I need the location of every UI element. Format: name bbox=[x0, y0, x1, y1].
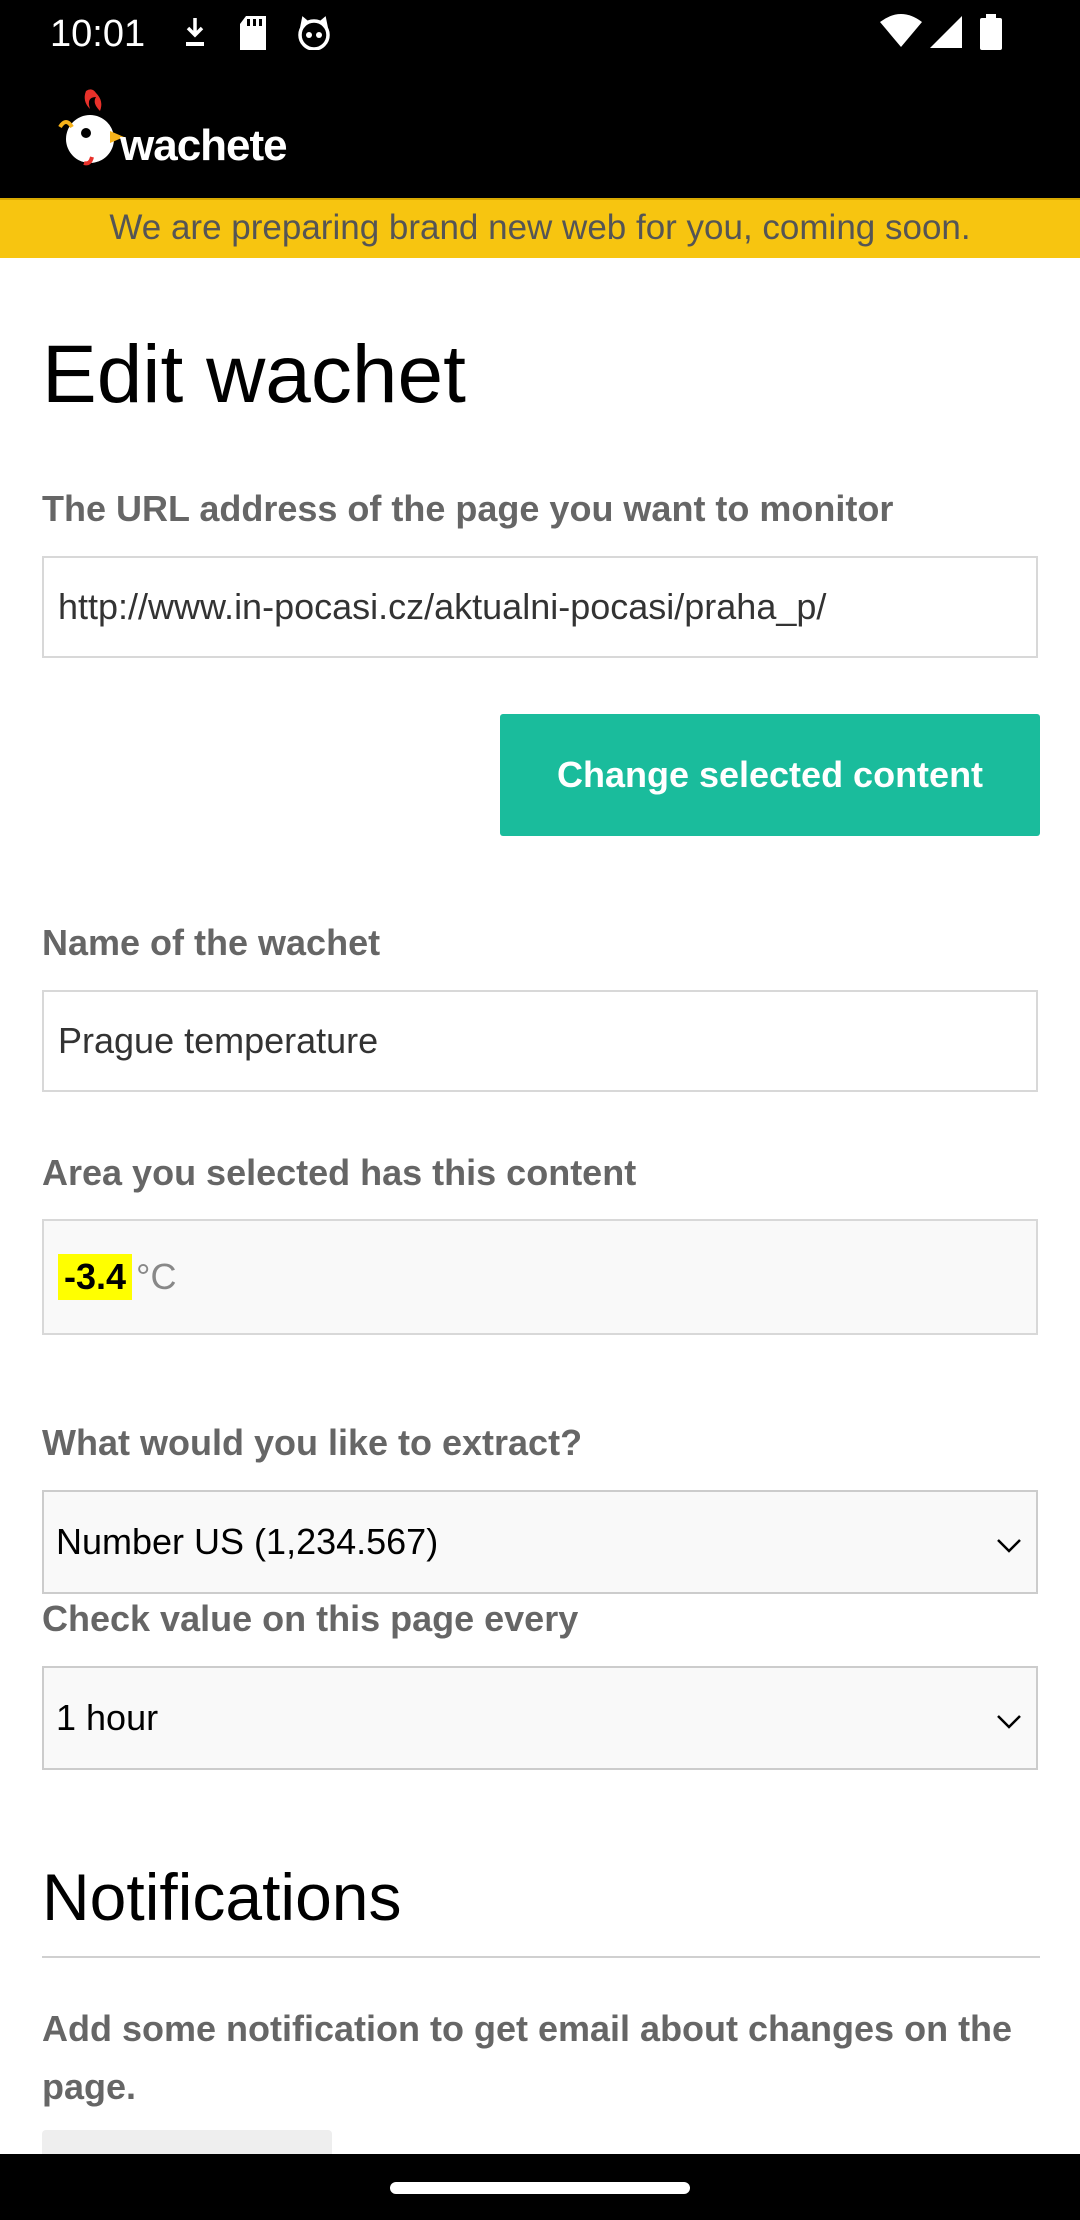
wachete-logo[interactable]: wachete bbox=[56, 89, 288, 172]
chevron-down-icon bbox=[996, 1697, 1022, 1739]
notifications-description: Add some notification to get email about… bbox=[42, 2008, 1013, 2107]
battery-icon bbox=[980, 14, 1002, 55]
logo-text: wachete bbox=[120, 121, 288, 170]
announcement-banner: We are preparing brand new web for you, … bbox=[0, 198, 1080, 258]
url-input[interactable]: http://www.in-pocasi.cz/aktualni-pocasi/… bbox=[42, 556, 1038, 658]
interval-selected-value: 1 hour bbox=[56, 1697, 159, 1738]
chevron-down-icon bbox=[996, 1521, 1022, 1563]
download-icon bbox=[182, 16, 208, 55]
home-gesture-handle[interactable] bbox=[390, 2182, 690, 2194]
selected-value-unit: °C bbox=[136, 1256, 177, 1297]
extract-select[interactable]: Number US (1,234.567) bbox=[42, 1490, 1038, 1594]
rooster-icon bbox=[56, 87, 126, 172]
selected-content-box: -3.4 °C bbox=[42, 1219, 1038, 1335]
extract-selected-value: Number US (1,234.567) bbox=[56, 1521, 439, 1562]
section-divider bbox=[42, 1956, 1040, 1958]
content-label: Area you selected has this content bbox=[42, 1152, 637, 1193]
interval-select[interactable]: 1 hour bbox=[42, 1666, 1038, 1770]
sd-card-icon bbox=[238, 16, 268, 55]
cat-face-icon bbox=[296, 16, 332, 55]
extract-label: What would you like to extract? bbox=[42, 1422, 583, 1463]
status-time: 10:01 bbox=[50, 13, 146, 55]
page-title: Edit wachet bbox=[42, 329, 466, 420]
notifications-title: Notifications bbox=[42, 1860, 402, 1934]
status-bar: 10:01 bbox=[0, 0, 1080, 68]
signal-icon bbox=[928, 14, 964, 55]
app-header: wachete bbox=[0, 68, 1080, 198]
change-selected-content-button[interactable]: Change selected content bbox=[500, 714, 1040, 836]
wachet-name-input[interactable]: Prague temperature bbox=[42, 990, 1038, 1092]
selected-value: -3.4 bbox=[58, 1254, 133, 1300]
wifi-icon bbox=[880, 14, 922, 53]
name-label: Name of the wachet bbox=[42, 922, 381, 963]
url-label: The URL address of the page you want to … bbox=[42, 488, 894, 529]
interval-label: Check value on this page every bbox=[42, 1598, 579, 1639]
system-nav-bar bbox=[0, 2154, 1080, 2220]
